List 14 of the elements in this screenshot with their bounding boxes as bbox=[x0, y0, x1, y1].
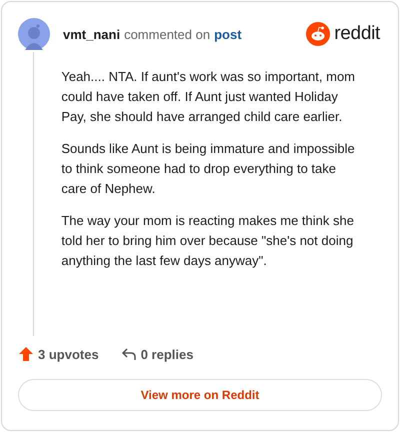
avatar-icon bbox=[18, 18, 50, 50]
action-text: commented on bbox=[124, 26, 210, 42]
upvote-icon bbox=[18, 346, 34, 362]
view-more-button[interactable]: View more on Reddit bbox=[18, 379, 382, 411]
reply-count: 0 replies bbox=[140, 346, 194, 362]
reply-icon bbox=[120, 346, 137, 362]
upvote-count: 3 upvotes bbox=[38, 346, 99, 362]
alien-icon bbox=[306, 22, 330, 46]
username[interactable]: vmt_nani bbox=[63, 26, 120, 42]
comment-paragraph: Sounds like Aunt is being immature and impossible to think someone had to drop everything to take care of Nephew. bbox=[61, 140, 356, 198]
post-link[interactable]: post bbox=[214, 26, 242, 42]
comment-paragraph: Yeah.... NTA. If aunt's work was so important, mom could have taken off. If Aunt just wanted Holiday Pay, she should have arranged child care earlier. bbox=[61, 68, 356, 126]
comment-paragraph: The way your mom is reacting makes me think she told her to bring him over because "she's not doing anything the last few days anyway". bbox=[61, 212, 355, 270]
brand-logo-text: reddit bbox=[334, 23, 380, 45]
